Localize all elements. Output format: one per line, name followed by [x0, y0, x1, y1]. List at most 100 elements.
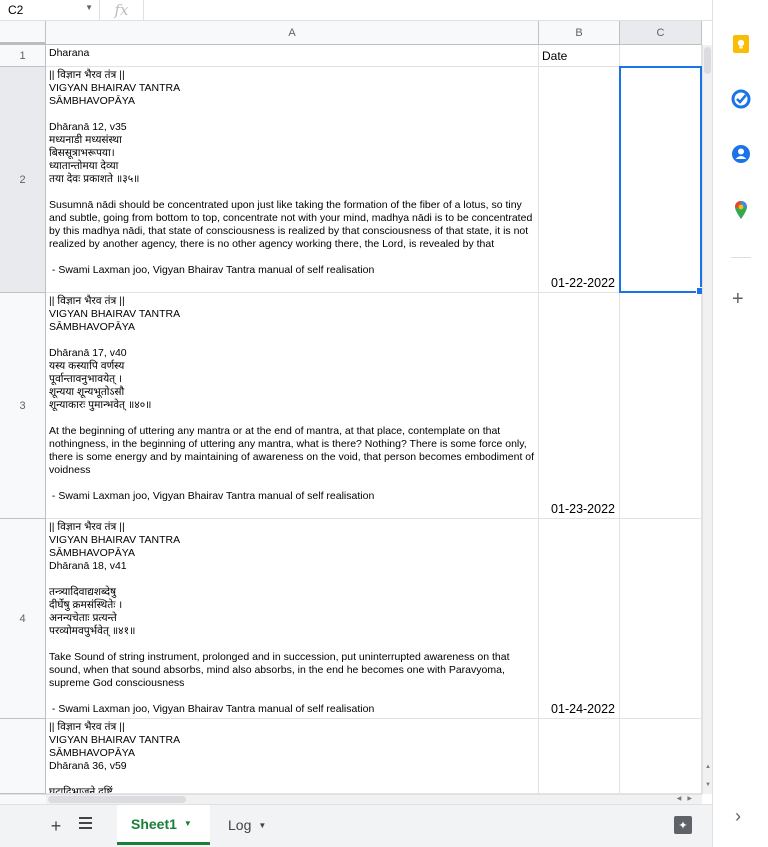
cell-b4[interactable]: 01-24-2022 [539, 519, 620, 719]
cell-line: घटादिभाजने दृष्टिं [49, 786, 113, 794]
scroll-corner [0, 794, 46, 804]
cell-line: यस्य कस्यापि वर्णस्य [49, 360, 125, 372]
get-addons-icon[interactable]: + [732, 288, 744, 311]
sheet-tab-bar: + Sheet1 ▼ Log ▼ ✦ [0, 804, 712, 847]
cell-line: SĀMBHAVOPĀYA [49, 321, 135, 333]
vertical-scrollbar[interactable]: ▲ ▼ [702, 45, 712, 794]
cell-line: Dhāranā 36, v59 [49, 760, 127, 772]
side-panel: + › [712, 0, 768, 847]
row-header-3[interactable]: 3 [0, 293, 46, 519]
tasks-icon[interactable] [731, 89, 751, 109]
sheet-tab-sheet1[interactable]: Sheet1 ▼ [117, 805, 210, 845]
cell-a5[interactable]: || विज्ञान भैरव तंत्र || VIGYAN BHAIRAV … [46, 719, 539, 794]
name-box-dropdown-icon[interactable]: ▼ [85, 3, 93, 12]
cell-reference: C2 [8, 3, 24, 17]
date-value: 01-22-2022 [551, 276, 615, 290]
cell-line: Dhāranā 18, v41 [49, 560, 127, 572]
spreadsheet-app: C2 ▼ fx A B C 1 Dharana Date 2 || विज्ञा… [0, 0, 768, 847]
horizontal-scrollbar[interactable]: ◀▶ [46, 794, 702, 804]
cell-c2[interactable] [620, 67, 702, 293]
date-value: 01-24-2022 [551, 702, 615, 716]
column-header-b[interactable]: B [539, 21, 620, 45]
maps-icon[interactable] [731, 200, 751, 220]
horizontal-scroll-thumb[interactable] [48, 796, 186, 803]
formula-bar: C2 ▼ fx [0, 0, 712, 21]
name-box[interactable]: C2 ▼ [0, 0, 100, 21]
add-sheet-icon[interactable]: + [48, 816, 64, 837]
all-sheets-menu-icon[interactable] [79, 817, 95, 833]
cell-line [49, 573, 535, 586]
cell-line: || विज्ञान भैरव तंत्र || [49, 295, 125, 307]
cell-c4[interactable] [620, 519, 702, 719]
cell-a1[interactable]: Dharana [46, 45, 539, 67]
cell-line: ध्यातान्तोमया देव्या [49, 160, 119, 172]
cell-line: Dhāranā 17, v40 [49, 347, 127, 359]
cell-line: SĀMBHAVOPĀYA [49, 547, 135, 559]
column-header-a[interactable]: A [46, 21, 539, 45]
horizontal-scroll-arrows-icon[interactable]: ◀▶ [677, 795, 698, 802]
keep-icon[interactable] [731, 34, 751, 54]
cell-line: शून्याकारः पुमान्भवेत् ॥४०॥ [49, 399, 152, 411]
cell-line: SĀMBHAVOPĀYA [49, 747, 135, 759]
cell-a2[interactable]: || विज्ञान भैरव तंत्र || VIGYAN BHAIRAV … [46, 67, 539, 293]
fx-icon: fx [100, 0, 144, 21]
sheet-tab-label: Log [228, 817, 252, 833]
cell-b3[interactable]: 01-23-2022 [539, 293, 620, 519]
cell-c1[interactable] [620, 45, 702, 67]
vertical-scroll-thumb[interactable] [704, 47, 711, 74]
cell-line [49, 334, 535, 347]
sheet-tab-dropdown-icon[interactable]: ▼ [258, 821, 266, 830]
cell-paragraph: Susumnā nādi should be concentrated upon… [49, 199, 533, 250]
cell-b2[interactable]: 01-22-2022 [539, 67, 620, 293]
cell-line [49, 108, 535, 121]
cell-line: || विज्ञान भैरव तंत्र || [49, 521, 125, 533]
cell-c5[interactable] [620, 719, 702, 794]
row-header-4[interactable]: 4 [0, 519, 46, 719]
chevron-right-icon[interactable]: › [735, 806, 741, 827]
header-dharana: Dharana [49, 47, 90, 59]
cell-paragraph: Take Sound of string instrument, prolong… [49, 651, 510, 689]
cell-line [49, 773, 535, 786]
sheet-tab-label: Sheet1 [131, 815, 177, 832]
explore-icon[interactable]: ✦ [674, 816, 692, 834]
sheet-tab-dropdown-icon[interactable]: ▼ [184, 819, 192, 828]
cell-c3[interactable] [620, 293, 702, 519]
date-value: 01-23-2022 [551, 502, 615, 516]
cell-line: SĀMBHAVOPĀYA [49, 95, 135, 107]
cell-line: VIGYAN BHAIRAV TANTRA [49, 82, 181, 94]
cell-a3[interactable]: || विज्ञान भैरव तंत्र || VIGYAN BHAIRAV … [46, 293, 539, 519]
column-header-c[interactable]: C [620, 21, 702, 45]
contacts-icon[interactable] [731, 144, 751, 164]
cell-line [49, 186, 535, 199]
cell-b5[interactable] [539, 719, 620, 794]
sheet-tab-log[interactable]: Log ▼ [214, 805, 286, 845]
cell-credit: - Swami Laxman joo, Vigyan Bhairav Tantr… [49, 264, 375, 276]
cell-line: दीर्घेषु क्रमसंस्थितेः । [49, 599, 123, 611]
cell-line: पूर्वान्तावनुभावयेत् । [49, 373, 123, 385]
row-header-5[interactable] [0, 719, 46, 794]
cell-line: परव्योमवपुर्भवेत् ॥४१॥ [49, 625, 136, 637]
cell-b1[interactable]: Date [539, 45, 620, 67]
cell-line: || विज्ञान भैरव तंत्र || [49, 69, 125, 81]
cell-paragraph: At the beginning of uttering any mantra … [49, 425, 535, 476]
header-date: Date [542, 49, 568, 63]
cell-line: शून्यया शून्यभूतोऽसौ [49, 386, 125, 398]
cell-line: VIGYAN BHAIRAV TANTRA [49, 534, 181, 546]
cell-line: तया देवः प्रकाशते ॥३५॥ [49, 173, 140, 185]
cell-line: || विज्ञान भैरव तंत्र || [49, 721, 125, 733]
cell-a4[interactable]: || विज्ञान भैरव तंत्र || VIGYAN BHAIRAV … [46, 519, 539, 719]
cell-line: VIGYAN BHAIRAV TANTRA [49, 308, 181, 320]
formula-input[interactable] [144, 0, 712, 21]
row-header-1[interactable]: 1 [0, 45, 46, 67]
cell-line [49, 412, 535, 425]
cell-credit: - Swami Laxman joo, Vigyan Bhairav Tantr… [49, 703, 375, 715]
cell-line: VIGYAN BHAIRAV TANTRA [49, 734, 181, 746]
cell-line: तन्त्र्यादिवाद्यशब्देषु [49, 586, 117, 598]
side-divider [731, 257, 751, 258]
select-all-corner[interactable] [0, 21, 46, 45]
row-header-2[interactable]: 2 [0, 67, 46, 293]
cell-line [49, 638, 535, 651]
cell-line: मध्यनाडी मध्यसंस्था [49, 134, 122, 146]
